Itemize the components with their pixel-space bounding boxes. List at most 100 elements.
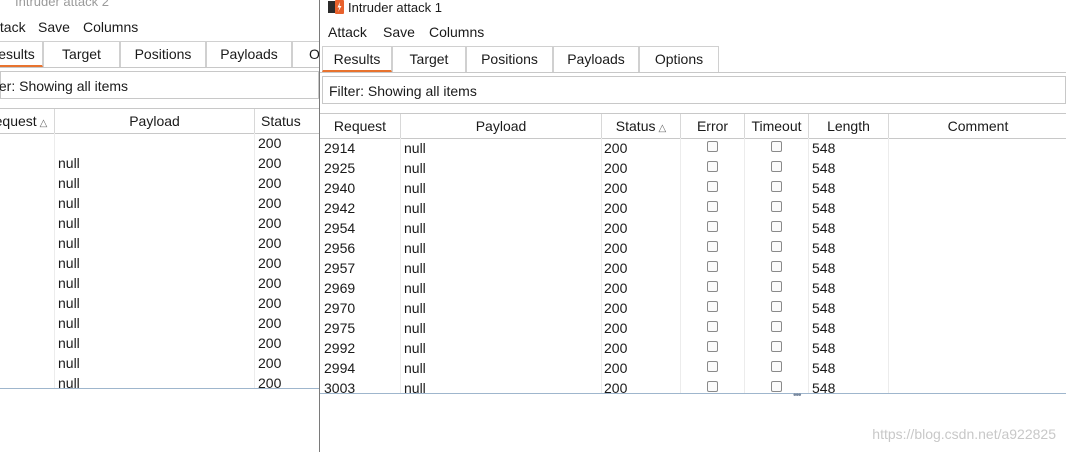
menu-attack[interactable]: ttack	[0, 19, 26, 35]
title-bar: Intruder attack 2	[0, 0, 319, 10]
payload-cell: null	[58, 355, 80, 371]
menu-columns[interactable]: Columns	[429, 24, 484, 40]
column-payload[interactable]: Payload	[55, 109, 255, 133]
table-row[interactable]: 2956 null 200 548	[320, 238, 1066, 258]
table-row[interactable]: null 200	[0, 233, 319, 253]
timeout-checkbox	[771, 321, 782, 332]
split-pane-grip-icon[interactable]: •••	[793, 390, 801, 401]
error-checkbox	[707, 181, 718, 192]
window-title: Intruder attack 1	[348, 0, 442, 15]
table-row[interactable]: 2940 null 200 548	[320, 178, 1066, 198]
length-cell: 548	[812, 200, 836, 216]
menu-columns[interactable]: Columns	[83, 19, 138, 35]
table-row[interactable]: 2992 null 200 548	[320, 338, 1066, 358]
table-row[interactable]: 2957 null 200 548	[320, 258, 1066, 278]
payload-cell: null	[58, 315, 80, 331]
request-cell: 2954	[324, 220, 356, 236]
menu-save[interactable]: Save	[38, 19, 70, 35]
error-checkbox	[707, 161, 718, 172]
table-row[interactable]: null 200	[0, 173, 319, 193]
table-row[interactable]: 200	[0, 133, 319, 153]
table-row[interactable]: null 200	[0, 353, 319, 373]
tab-payloads[interactable]: Payloads	[206, 41, 292, 67]
tab-results[interactable]: Results	[322, 46, 392, 72]
status-cell: 200	[258, 195, 282, 211]
payload-cell: null	[404, 340, 426, 356]
table-row[interactable]: null 200	[0, 313, 319, 333]
table-row[interactable]: 2994 null 200 548	[320, 358, 1066, 378]
column-comment[interactable]: Comment	[889, 114, 1066, 138]
filter-bar[interactable]: Filter: Showing all items	[322, 76, 1066, 104]
request-cell: 2940	[324, 180, 356, 196]
table-row[interactable]: null 200	[0, 193, 319, 213]
length-cell: 548	[812, 140, 836, 156]
table-row[interactable]: null 200	[0, 153, 319, 173]
table-row[interactable]: 2942 null 200 548	[320, 198, 1066, 218]
tab-positions[interactable]: Positions	[466, 46, 553, 72]
status-cell: 200	[604, 360, 628, 376]
tab-target[interactable]: Target	[43, 41, 120, 67]
menu-save[interactable]: Save	[383, 24, 415, 40]
results-table: equest△ Payload Status 200 null 200 null 200…	[0, 108, 319, 389]
column-status[interactable]: Status △	[602, 114, 681, 138]
column-request[interactable]: equest△	[0, 109, 55, 133]
tab-options[interactable]: Options	[639, 46, 719, 72]
status-cell: 200	[604, 260, 628, 276]
request-cell: 2994	[324, 360, 356, 376]
request-cell: 2970	[324, 300, 356, 316]
error-checkbox	[707, 321, 718, 332]
menu-attack[interactable]: Attack	[328, 24, 367, 40]
table-row[interactable]: 2969 null 200 548	[320, 278, 1066, 298]
request-cell: 2942	[324, 200, 356, 216]
request-cell: 2914	[324, 140, 356, 156]
timeout-checkbox	[771, 341, 782, 352]
column-request[interactable]: Request	[320, 114, 401, 138]
timeout-checkbox	[771, 381, 782, 392]
tab-options[interactable]: O	[292, 41, 319, 67]
table-row[interactable]: null 200	[0, 273, 319, 293]
table-row[interactable]: 2970 null 200 548	[320, 298, 1066, 318]
status-cell: 200	[604, 220, 628, 236]
column-payload[interactable]: Payload	[401, 114, 602, 138]
status-cell: 200	[258, 235, 282, 251]
tab-bar: Results Target Positions Payloads Option…	[320, 46, 1066, 73]
tab-payloads[interactable]: Payloads	[553, 46, 639, 72]
length-cell: 548	[812, 180, 836, 196]
column-timeout[interactable]: Timeout	[745, 114, 809, 138]
table-row[interactable]: null 200	[0, 253, 319, 273]
tab-target[interactable]: Target	[392, 46, 466, 72]
table-row[interactable]: 2975 null 200 548	[320, 318, 1066, 338]
table-row[interactable]: null 200	[0, 293, 319, 313]
status-cell: 200	[604, 320, 628, 336]
length-cell: 548	[812, 320, 836, 336]
length-cell: 548	[812, 380, 836, 394]
table-row[interactable]: 2954 null 200 548	[320, 218, 1066, 238]
filter-bar[interactable]: ter: Showing all items	[0, 71, 319, 99]
payload-cell: null	[58, 255, 80, 271]
status-cell: 200	[258, 315, 282, 331]
error-checkbox	[707, 381, 718, 392]
status-cell: 200	[258, 215, 282, 231]
request-cell: 2956	[324, 240, 356, 256]
request-cell: 2925	[324, 160, 356, 176]
column-error[interactable]: Error	[681, 114, 745, 138]
table-row[interactable]: 3003 null 200 548	[320, 378, 1066, 394]
timeout-checkbox	[771, 301, 782, 312]
tab-positions[interactable]: Positions	[120, 41, 206, 67]
column-length[interactable]: Length	[809, 114, 889, 138]
table-row[interactable]: 2914 null 200 548	[320, 138, 1066, 158]
timeout-checkbox	[771, 361, 782, 372]
status-cell: 200	[258, 275, 282, 291]
table-row[interactable]: null 200	[0, 373, 319, 388]
payload-cell: null	[404, 240, 426, 256]
tab-results[interactable]: esults	[0, 41, 43, 67]
error-checkbox	[707, 141, 718, 152]
sort-asc-icon: △	[658, 123, 667, 134]
table-row[interactable]: null 200	[0, 213, 319, 233]
timeout-checkbox	[771, 141, 782, 152]
table-row[interactable]: null 200	[0, 333, 319, 353]
column-status[interactable]: Status	[255, 109, 319, 133]
filter-label: ter: Showing all items	[0, 78, 129, 94]
error-checkbox	[707, 261, 718, 272]
table-row[interactable]: 2925 null 200 548	[320, 158, 1066, 178]
